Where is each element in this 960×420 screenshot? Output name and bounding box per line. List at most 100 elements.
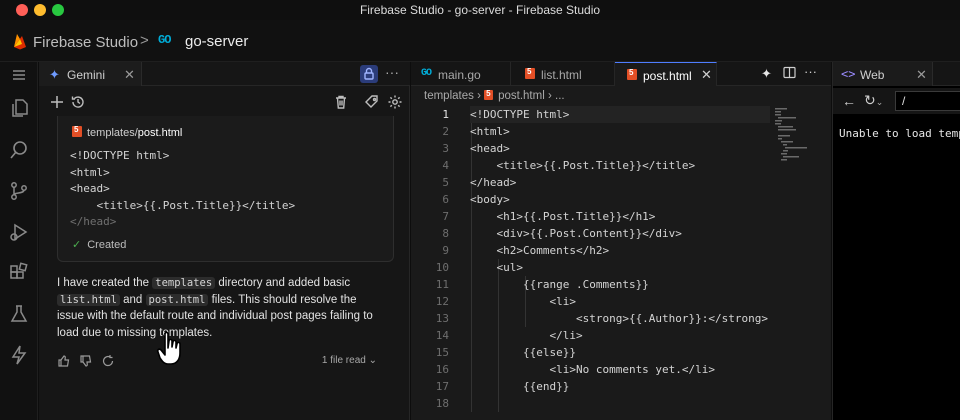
lock-button[interactable] — [360, 65, 378, 83]
project-name[interactable]: go-server — [185, 33, 248, 50]
breadcrumb-separator: > — [140, 32, 149, 49]
code-line: <!DOCTYPE html> — [70, 149, 170, 162]
source-control-icon[interactable] — [8, 180, 30, 202]
file-read-toggle[interactable]: 1 file read ⌄ — [322, 355, 377, 366]
search-icon[interactable] — [8, 139, 30, 161]
message-text: I have created the — [57, 277, 150, 289]
code-change-card[interactable]: templates/post.html <!DOCTYPE html> <html… — [57, 116, 394, 262]
thumbs-down-icon[interactable] — [79, 354, 93, 368]
breadcrumb-file[interactable]: post.html — [498, 90, 545, 102]
history-icon[interactable] — [70, 94, 86, 110]
chevron-right-icon: › — [547, 90, 552, 102]
more-actions-icon[interactable]: ··· — [804, 64, 817, 79]
testing-icon[interactable] — [8, 303, 30, 325]
code-line: {{range .Comments}} — [470, 278, 649, 291]
line-number: 17 — [435, 380, 449, 393]
tab-web-label: Web — [860, 68, 885, 82]
html-file-icon — [627, 68, 637, 80]
window-title: Firebase Studio - go-server - Firebase S… — [359, 3, 601, 17]
go-icon: GO — [158, 33, 171, 47]
tab-post-html[interactable]: post.html ✕ — [615, 62, 717, 86]
file-read-label: 1 file read — [321, 355, 366, 366]
code-line: <html> — [470, 125, 510, 138]
breadcrumb-rest[interactable]: ... — [555, 90, 565, 102]
regenerate-icon[interactable] — [101, 354, 115, 368]
html-file-icon — [525, 67, 535, 79]
gemini-toolbar — [39, 86, 410, 118]
line-number: 15 — [435, 346, 449, 359]
line-number: 1 — [442, 108, 449, 121]
tab-web[interactable]: <> Web ✕ — [833, 62, 933, 86]
tab-gemini-label: Gemini — [67, 68, 106, 82]
code-line: <ul> — [470, 261, 523, 274]
created-status-label: Created — [87, 239, 127, 251]
tab-label: main.go — [438, 68, 481, 82]
explorer-icon[interactable] — [8, 97, 30, 119]
close-icon[interactable]: ✕ — [701, 67, 712, 83]
code-card-file-dir: templates/ — [87, 127, 138, 139]
gemini-sparkle-icon[interactable]: ✦ — [761, 66, 772, 82]
code-line: {{else}} — [470, 346, 576, 359]
extensions-icon[interactable] — [8, 262, 30, 284]
firebase-studio-icon[interactable] — [8, 344, 30, 366]
go-file-icon: GO — [421, 68, 432, 79]
settings-gear-icon[interactable] — [387, 94, 403, 110]
minimap[interactable] — [775, 106, 831, 166]
lock-icon — [364, 67, 374, 80]
close-icon[interactable]: ✕ — [916, 67, 927, 83]
line-number: 18 — [435, 397, 449, 410]
line-number: 14 — [435, 329, 449, 342]
gemini-sparkle-icon: ✦ — [49, 67, 60, 82]
run-debug-icon[interactable] — [8, 221, 30, 243]
tag-icon[interactable] — [364, 94, 380, 110]
code-line: <body> — [470, 193, 510, 206]
line-number-gutter: 1 2 3 4 5 6 7 8 9 10 11 12 13 14 15 16 1… — [411, 106, 461, 412]
message-text: and — [123, 293, 143, 306]
html-file-icon — [72, 125, 82, 137]
line-number: 8 — [442, 227, 449, 240]
line-number: 10 — [435, 261, 449, 274]
code-card-snippet: <!DOCTYPE html> <html> <head> <title>{{.Po… — [70, 148, 295, 231]
title-bar: Firebase Studio - go-server - Firebase S… — [0, 0, 960, 20]
more-actions-icon[interactable]: ··· — [385, 64, 399, 80]
code-line: <html> — [70, 165, 110, 179]
firebase-logo-icon[interactable] — [12, 32, 28, 50]
html-file-icon — [484, 89, 494, 100]
line-number: 4 — [442, 159, 449, 172]
chevron-down-icon: ⌄ — [875, 97, 884, 107]
gemini-tab-bar: ✦ Gemini ✕ ··· — [39, 62, 410, 86]
tab-list-html[interactable]: list.html — [511, 62, 615, 86]
code-text[interactable]: <!DOCTYPE html> <html> <head> <title>{{.Po… — [470, 106, 770, 395]
new-chat-icon[interactable] — [49, 94, 65, 110]
line-number: 11 — [435, 278, 449, 291]
web-tab-bar: <> Web ✕ — [833, 62, 960, 86]
assistant-message: I have created the templates directory a… — [57, 275, 377, 341]
url-input[interactable]: / — [895, 91, 960, 111]
brand-name[interactable]: Firebase Studio — [33, 34, 138, 51]
menu-icon[interactable] — [8, 64, 30, 86]
close-icon[interactable]: ✕ — [124, 67, 135, 83]
line-number: 6 — [442, 193, 449, 206]
web-nav-bar: ← ↻⌄ / — [833, 88, 960, 114]
app-header: Firebase Studio > GO go-server — [0, 20, 960, 62]
breadcrumb-folder[interactable]: templates — [424, 90, 474, 102]
code-card-file-name: post.html — [137, 127, 183, 139]
tab-main-go[interactable]: GO main.go — [411, 62, 511, 86]
tab-label: post.html — [643, 69, 692, 83]
line-number: 2 — [442, 125, 449, 138]
chevron-down-icon: ⌄ — [368, 355, 377, 366]
created-status: ✓ Created — [72, 238, 126, 251]
reload-icon[interactable]: ↻⌄ — [864, 92, 883, 109]
editor-breadcrumb: templates › post.html › ... — [411, 86, 831, 104]
trash-icon[interactable] — [333, 94, 349, 110]
line-number: 3 — [442, 142, 449, 155]
web-preview-panel: <> Web ✕ ← ↻⌄ / Unable to load templates — [832, 62, 960, 420]
back-arrow-icon[interactable]: ← — [842, 93, 856, 109]
tab-gemini[interactable]: ✦ Gemini ✕ — [39, 62, 142, 86]
code-line: <h1>{{.Post.Title}}</h1> — [470, 210, 656, 223]
split-editor-icon[interactable] — [783, 66, 796, 82]
line-number: 9 — [442, 244, 449, 257]
line-number: 7 — [442, 210, 449, 223]
thumbs-up-icon[interactable] — [57, 354, 71, 368]
code-card-file[interactable]: templates/post.html — [72, 125, 183, 139]
